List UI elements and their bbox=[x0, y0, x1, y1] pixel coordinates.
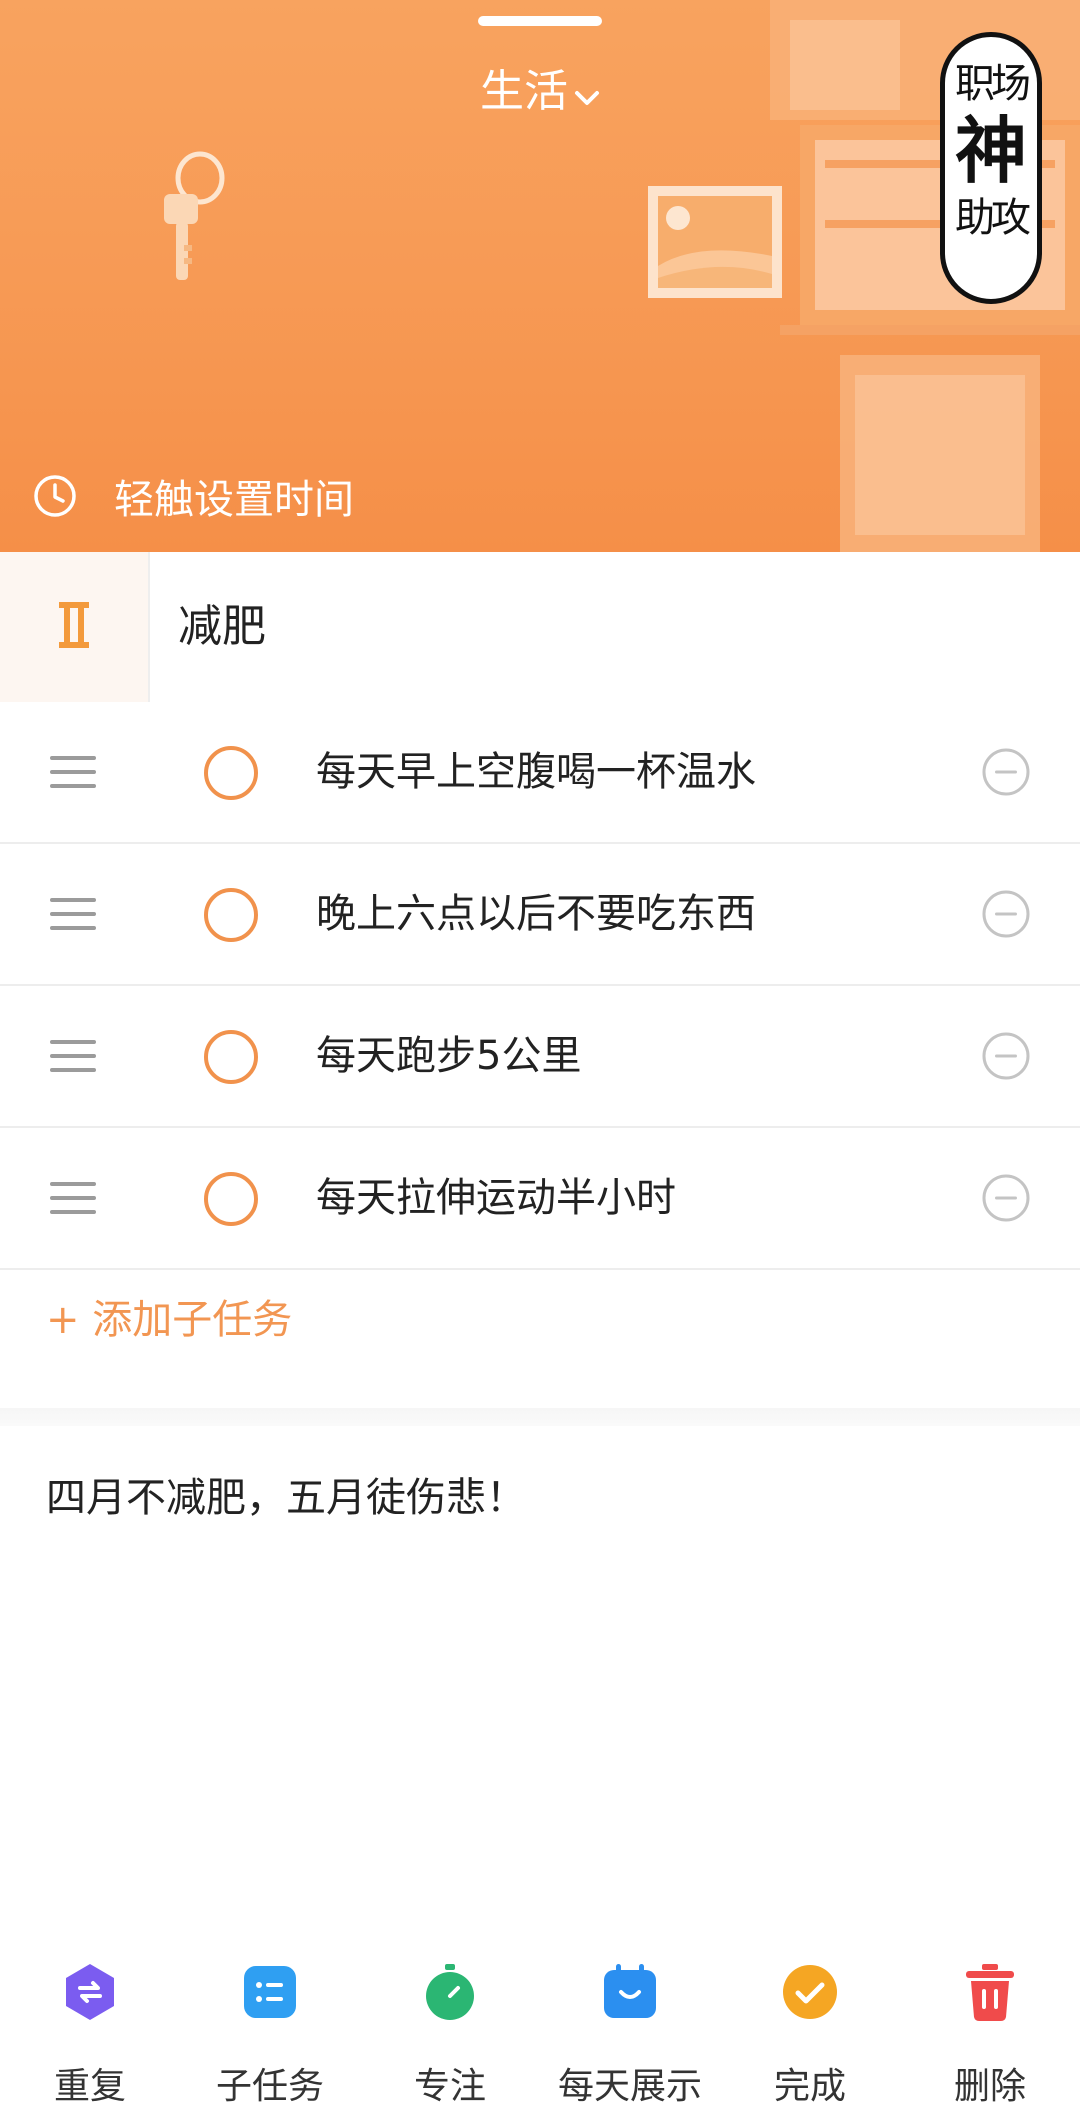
toolbar-label: 子任务 bbox=[215, 2066, 324, 2107]
task-title[interactable]: 减肥 bbox=[178, 552, 266, 702]
set-time-button[interactable]: 轻触设置时间 bbox=[32, 466, 354, 526]
task-header-banner: 生活 职场 神 助攻 轻触设置时间 bbox=[0, 0, 1080, 552]
watermark-stamp: 职场 神 助攻 bbox=[940, 32, 1042, 304]
toolbar-button-subtask-list[interactable]: 子任务 bbox=[180, 1940, 360, 2125]
toolbar-button-check-circle[interactable]: 完成 bbox=[720, 1940, 900, 2125]
remove-subtask-icon[interactable] bbox=[980, 746, 1032, 798]
chevron-down-icon bbox=[574, 64, 600, 124]
toolbar-label: 每天展示 bbox=[557, 2066, 702, 2107]
toolbar-label: 完成 bbox=[773, 2066, 846, 2107]
priority-selector[interactable] bbox=[0, 552, 150, 702]
subtask-row: 晚上六点以后不要吃东西 bbox=[0, 844, 1080, 986]
task-note[interactable]: 四月不减肥，五月徒伤悲！ bbox=[46, 1466, 526, 1530]
subtask-checkbox[interactable] bbox=[204, 888, 258, 942]
subtask-row: 每天早上空腹喝一杯温水 bbox=[0, 702, 1080, 844]
stopwatch-icon bbox=[420, 1962, 480, 2022]
subtask-checkbox[interactable] bbox=[204, 1172, 258, 1226]
set-time-label: 轻触设置时间 bbox=[114, 477, 354, 523]
drag-handle-icon[interactable] bbox=[50, 1178, 98, 1218]
remove-subtask-icon[interactable] bbox=[980, 888, 1032, 940]
remove-subtask-icon[interactable] bbox=[980, 1030, 1032, 1082]
subtask-checkbox[interactable] bbox=[204, 746, 258, 800]
trash-icon bbox=[960, 1962, 1020, 2022]
toolbar-button-calendar[interactable]: 每天展示 bbox=[540, 1940, 720, 2125]
subtask-checkbox[interactable] bbox=[204, 1030, 258, 1084]
repeat-icon bbox=[60, 1962, 120, 2022]
drag-handle-icon[interactable] bbox=[50, 752, 98, 792]
subtask-text[interactable]: 每天早上空腹喝一杯温水 bbox=[316, 702, 756, 842]
subtask-text[interactable]: 每天拉伸运动半小时 bbox=[316, 1128, 676, 1268]
calendar-icon bbox=[600, 1962, 660, 2022]
toolbar-label: 删除 bbox=[953, 2066, 1026, 2107]
drag-handle-icon[interactable] bbox=[50, 1036, 98, 1076]
toolbar-label: 专注 bbox=[413, 2066, 486, 2107]
toolbar-button-trash[interactable]: 删除 bbox=[900, 1940, 1080, 2125]
add-subtask-button[interactable]: + 添加子任务 bbox=[46, 1280, 292, 1360]
bottom-toolbar: 重复 子任务 专注 每天展示 完成 删除 bbox=[0, 1940, 1080, 2125]
toolbar-button-repeat[interactable]: 重复 bbox=[0, 1940, 180, 2125]
task-title-row: 减肥 bbox=[0, 552, 1080, 704]
category-label: 生活 bbox=[480, 66, 568, 117]
toolbar-button-stopwatch[interactable]: 专注 bbox=[360, 1940, 540, 2125]
roman-two-priority-icon bbox=[59, 600, 89, 654]
subtask-text[interactable]: 每天跑步5公里 bbox=[316, 986, 581, 1126]
sheet-grab-handle[interactable] bbox=[478, 16, 602, 26]
toolbar-label: 重复 bbox=[53, 2066, 126, 2107]
section-divider bbox=[0, 1408, 1080, 1426]
subtask-row: 每天跑步5公里 bbox=[0, 986, 1080, 1128]
subtask-list-icon bbox=[240, 1962, 300, 2022]
check-circle-icon bbox=[780, 1962, 840, 2022]
clock-icon bbox=[32, 473, 78, 519]
subtask-row: 每天拉伸运动半小时 bbox=[0, 1128, 1080, 1270]
drag-handle-icon[interactable] bbox=[50, 894, 98, 934]
remove-subtask-icon[interactable] bbox=[980, 1172, 1032, 1224]
key-illustration bbox=[150, 150, 230, 294]
subtask-text[interactable]: 晚上六点以后不要吃东西 bbox=[316, 844, 756, 984]
